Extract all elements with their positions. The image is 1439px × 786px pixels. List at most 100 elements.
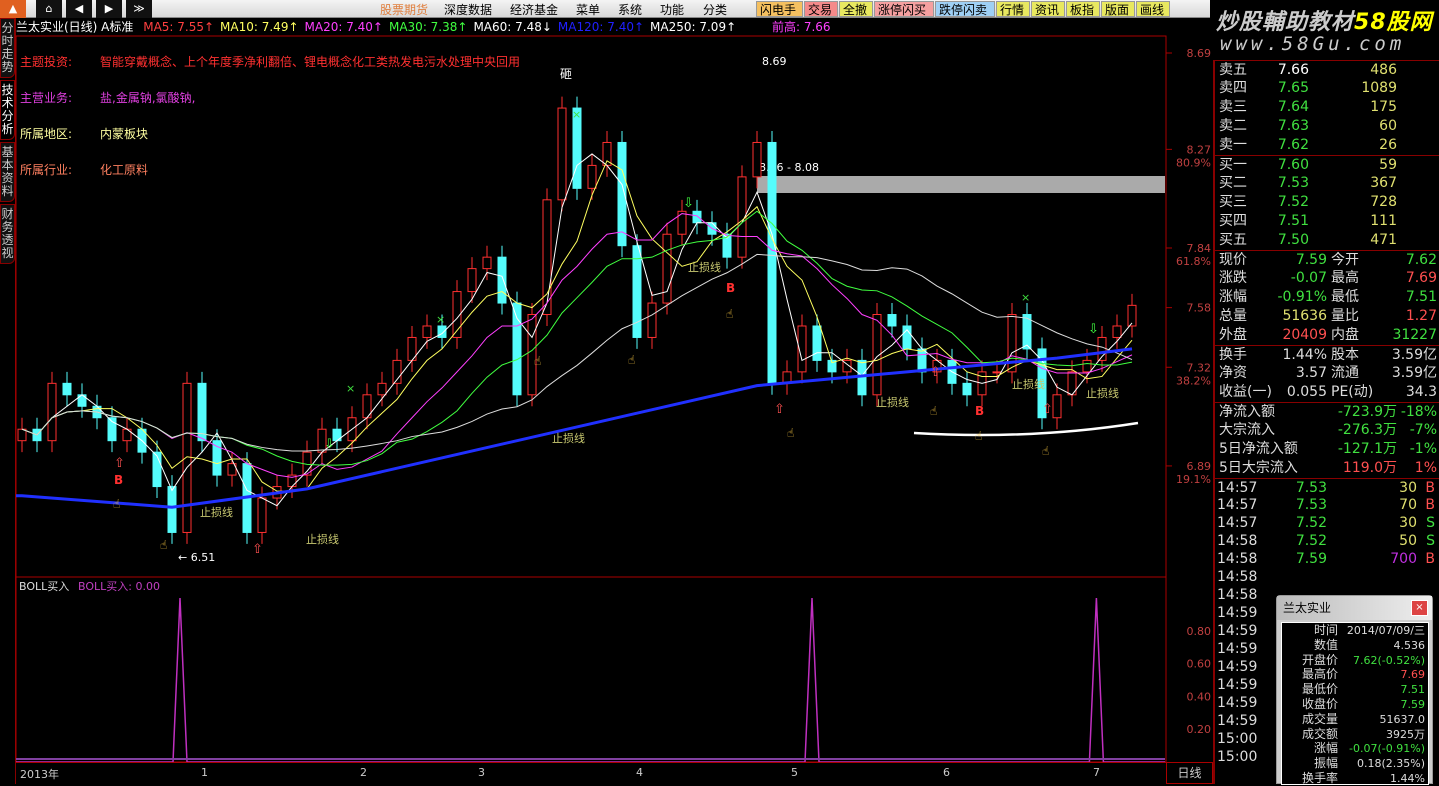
tick-time: 14:59: [1217, 605, 1258, 621]
period-selector[interactable]: 日线: [1166, 762, 1213, 784]
candle-up: [1112, 325, 1122, 338]
quote-row: 卖五 7.66 486: [1215, 60, 1439, 79]
popup-row: 成交额 3925万: [1282, 727, 1428, 742]
ask-volume: 1089: [1361, 80, 1397, 96]
quote-row: 买四 7.51 111: [1215, 212, 1439, 231]
high-price-label: 8.69: [762, 55, 787, 68]
stat-label: 量比: [1331, 308, 1359, 324]
popup-row-label: 最高价: [1301, 667, 1338, 682]
popup-row: 数值 4.536: [1282, 638, 1428, 653]
theme-text: 智能穿戴概念、上个年度季净利翻倍、锂电概念化工类热发电污水处理中央回用: [100, 55, 521, 69]
stat-label: 涨跌: [1219, 270, 1247, 286]
hand-pointer-icon: ☝: [975, 429, 982, 443]
date-label-5: 5: [791, 766, 798, 779]
hand-pointer-icon: ☝: [160, 538, 167, 552]
cross-marker-icon: ×: [1021, 291, 1030, 304]
tick-time: 14:59: [1217, 659, 1258, 675]
popup-row-label: 最低价: [1301, 682, 1338, 697]
stoploss-label-0: 止损线: [200, 505, 233, 519]
hand-pointer-icon: ☝: [534, 354, 541, 368]
stat-label: 总量: [1219, 308, 1247, 324]
candle-down: [812, 325, 822, 361]
date-label-6: 6: [943, 766, 950, 779]
stat-label: 涨幅: [1219, 289, 1247, 305]
popup-row-value: 7.69: [1400, 668, 1426, 682]
popup-row-value: 7.59: [1400, 697, 1426, 711]
candle-down: [62, 382, 72, 396]
candle-up: [17, 428, 27, 442]
ask-price: 7.65: [1277, 80, 1309, 96]
ask-price: 7.66: [1277, 62, 1309, 78]
tick-time: 14:59: [1217, 677, 1258, 693]
down-arrow-icon: ⇩: [683, 196, 694, 211]
indicator-name: BOLL买入: [19, 580, 69, 593]
ask-label: 卖二: [1219, 118, 1247, 134]
tick-side: S: [1426, 533, 1435, 549]
up-arrow-icon: ⇧: [930, 365, 941, 380]
popup-row-value: 3925万: [1386, 727, 1425, 741]
candle-down: [767, 141, 777, 384]
y-pct-label-4: 38.2%: [1176, 374, 1211, 387]
stat-value: 3.59亿: [1391, 365, 1437, 381]
ask-label: 卖四: [1219, 80, 1247, 96]
candle-up: [47, 382, 57, 442]
stat-value: 31227: [1392, 327, 1437, 343]
up-arrow-icon: ⇧: [114, 456, 125, 471]
popup-row-label: 成交额: [1301, 726, 1338, 741]
tick-volume: 700: [1390, 551, 1417, 567]
quote-row: 涨幅 -0.91% 最低 7.51: [1215, 288, 1439, 307]
hand-pointer-icon: ☝: [1042, 444, 1049, 458]
candle-up: [1082, 359, 1092, 373]
ask-volume: 26: [1379, 137, 1397, 153]
y-tick-label-4: 7.32: [1187, 361, 1212, 374]
flow-label: 净流入额: [1219, 404, 1275, 420]
popup-row-value: 2014/07/09/三: [1346, 624, 1425, 637]
stat-label: 现价: [1219, 252, 1247, 268]
tick-volume: 30: [1399, 515, 1417, 531]
candle-down: [962, 382, 972, 396]
candle-up: [482, 256, 492, 270]
stoploss-label-3: 止损线: [688, 260, 721, 274]
quote-row: 14:57 7.53 70 B: [1215, 496, 1439, 514]
up-arrow-icon: ⇧: [774, 402, 785, 417]
candle-up: [1127, 304, 1137, 327]
stat-value: 3.59亿: [1391, 347, 1437, 363]
popup-row-label: 成交量: [1301, 711, 1338, 726]
bid-volume: 367: [1370, 175, 1397, 191]
popup-row-label: 收盘价: [1301, 696, 1338, 711]
quote-row: 涨跌 -0.07 最高 7.69: [1215, 269, 1439, 288]
data-window-popup[interactable]: 兰太实业 × 时间 2014/07/09/三 数值 4.536 开盘价 7.62(-0.5…: [1276, 595, 1433, 785]
y-tick-label-3: 7.58: [1187, 302, 1212, 315]
ask-volume: 175: [1370, 99, 1397, 115]
hand-pointer-icon: ☝: [726, 307, 733, 321]
up-arrow-icon: ⇧: [252, 542, 263, 557]
y-pct-label-1: 80.9%: [1176, 156, 1211, 169]
quote-row: 买二 7.53 367: [1215, 174, 1439, 193]
candle-down: [512, 302, 522, 396]
stat-value: 20409: [1282, 327, 1327, 343]
tick-side: B: [1425, 497, 1435, 513]
ask-label: 卖三: [1219, 99, 1247, 115]
popup-close-button[interactable]: ×: [1411, 600, 1428, 616]
popup-row-value: 0.18(2.35%): [1356, 757, 1425, 771]
candle-up: [647, 302, 657, 338]
popup-row: 开盘价 7.62(-0.52%): [1282, 653, 1428, 668]
business-text: 盐,金属钠,氯酸钠,: [100, 91, 196, 105]
popup-row: 最低价 7.51: [1282, 682, 1428, 697]
tick-time: 14:58: [1217, 551, 1258, 567]
quote-row: 14:58: [1215, 568, 1439, 586]
tick-time: 14:58: [1217, 569, 1258, 585]
quote-row: 5日大宗流入 119.0万 1%: [1215, 459, 1439, 478]
popup-row-label: 开盘价: [1301, 652, 1338, 667]
tick-time: 14:58: [1217, 533, 1258, 549]
popup-row-label: 振幅: [1313, 756, 1338, 771]
quote-row: 卖二 7.63 60: [1215, 117, 1439, 136]
candle-down: [887, 314, 897, 327]
hand-pointer-icon: ☝: [628, 353, 635, 367]
stat-label: 收益(一): [1219, 384, 1272, 400]
flow-value: -276.3万: [1337, 422, 1397, 438]
indicator-tick-3: 0.20: [1187, 723, 1212, 736]
stat-label: 流通: [1331, 365, 1359, 381]
flow-percent: 1%: [1414, 460, 1437, 476]
stat-label: 换手: [1219, 347, 1247, 363]
